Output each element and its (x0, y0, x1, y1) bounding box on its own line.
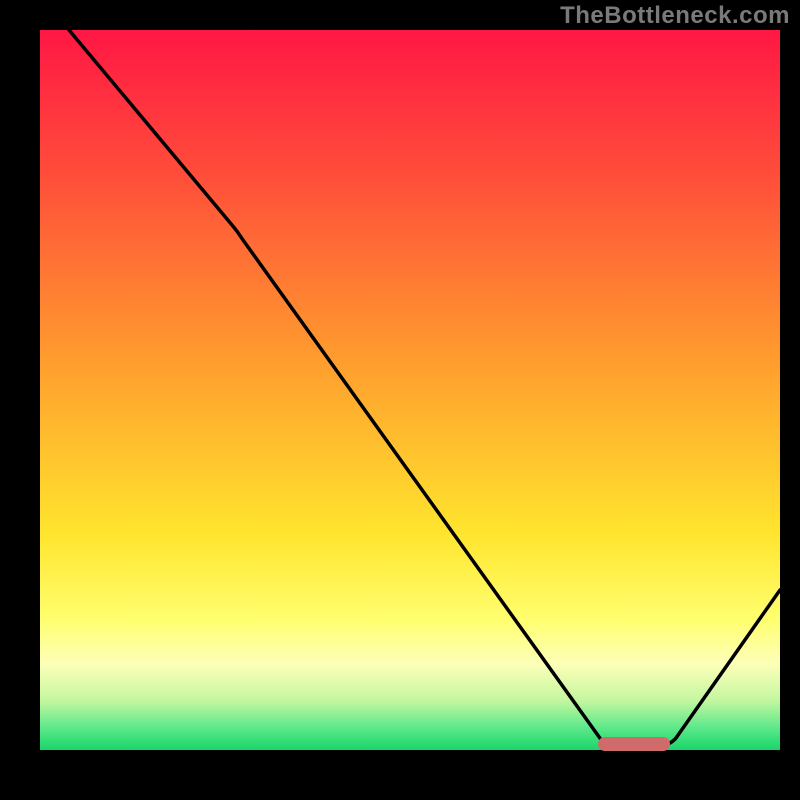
chart-frame: TheBottleneck.com (0, 0, 800, 800)
plot-border-right (780, 0, 800, 800)
bottleneck-chart-svg (0, 0, 800, 800)
plot-border-bottom (0, 750, 800, 800)
watermark-text: TheBottleneck.com (560, 2, 790, 30)
plot-border-left (0, 0, 40, 800)
optimal-range-marker (598, 737, 670, 751)
plot-background (40, 30, 780, 750)
